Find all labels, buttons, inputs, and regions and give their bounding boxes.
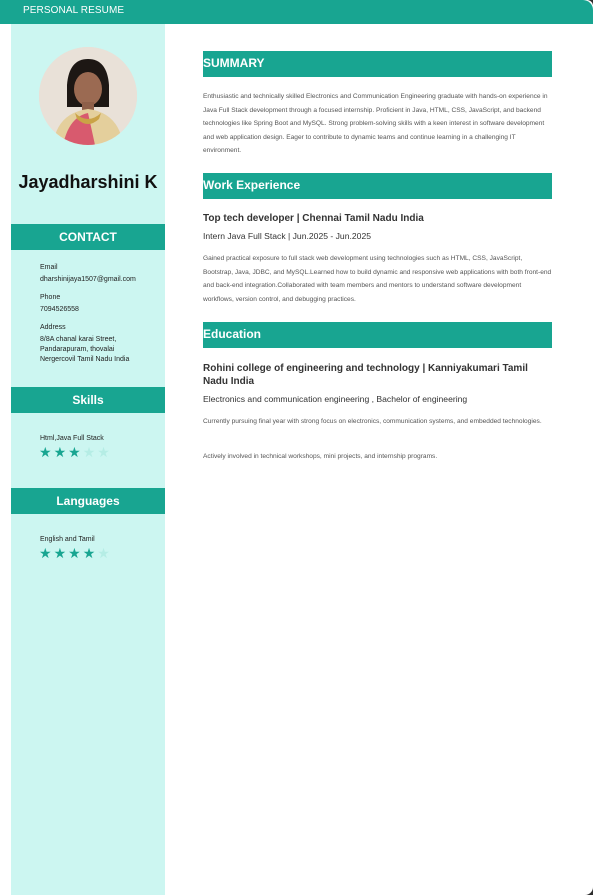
sidebar: Jayadharshini K CONTACT Email dharshinij… — [11, 24, 165, 895]
language-rating: ★★★★★ — [39, 545, 112, 562]
profile-photo — [39, 47, 137, 145]
education-subtitle: Electronics and communication engineerin… — [203, 394, 468, 404]
job-description: Gained practical exposure to full stack … — [203, 255, 552, 303]
contact-heading: CONTACT — [11, 224, 165, 250]
address-label: Address — [40, 324, 66, 331]
email-label: Email — [40, 264, 58, 271]
language-name: English and Tamil — [40, 536, 95, 543]
summary-heading: SUMMARY — [203, 51, 552, 77]
education-title: Rohini college of engineering and techno… — [203, 363, 528, 387]
education-heading: Education — [203, 322, 552, 348]
education-note: Actively involved in technical workshops… — [203, 453, 438, 460]
star-filled-icon: ★ — [39, 545, 54, 561]
star-filled-icon: ★ — [82, 545, 98, 561]
profile-name: Jayadharshini K — [18, 172, 158, 192]
avatar — [39, 47, 137, 145]
star-empty-icon: ★ — [97, 545, 112, 561]
education-note: Currently pursuing final year with stron… — [203, 418, 542, 425]
phone-value[interactable]: 7094526558 — [40, 305, 160, 315]
star-empty-icon: ★ — [97, 444, 112, 460]
address-line: Nergercovil Tamil Nadu India — [40, 356, 130, 363]
top-bar: PERSONAL RESUME — [0, 0, 593, 24]
star-filled-icon: ★ — [53, 545, 69, 561]
address-line: Pandarapuram, thovalai — [40, 346, 115, 353]
star-filled-icon: ★ — [68, 545, 83, 561]
star-filled-icon: ★ — [39, 444, 54, 460]
skills-heading: Skills — [11, 387, 165, 413]
phone-label: Phone — [40, 294, 61, 301]
languages-heading: Languages — [11, 488, 165, 514]
star-empty-icon: ★ — [82, 444, 98, 460]
resume-page: PERSONAL RESUME Jayadharshini K CONTACT … — [0, 0, 593, 895]
email-value[interactable]: dharshinijaya1507@gmail.com — [40, 275, 160, 285]
job-subtitle: Intern Java Full Stack | Jun.2025 - Jun.… — [203, 231, 371, 241]
summary-text: Enthusiastic and technically skilled Ele… — [203, 93, 548, 154]
page-title: PERSONAL RESUME — [23, 5, 125, 16]
skill-name: Html,Java Full Stack — [40, 435, 104, 442]
address-line: 8/8A chanal karai Street, — [40, 336, 117, 343]
star-filled-icon: ★ — [68, 444, 83, 460]
work-experience-heading: Work Experience — [203, 173, 552, 199]
job-title: Top tech developer | Chennai Tamil Nadu … — [203, 213, 424, 224]
skill-rating: ★★★★★ — [39, 444, 112, 461]
star-filled-icon: ★ — [53, 444, 69, 460]
